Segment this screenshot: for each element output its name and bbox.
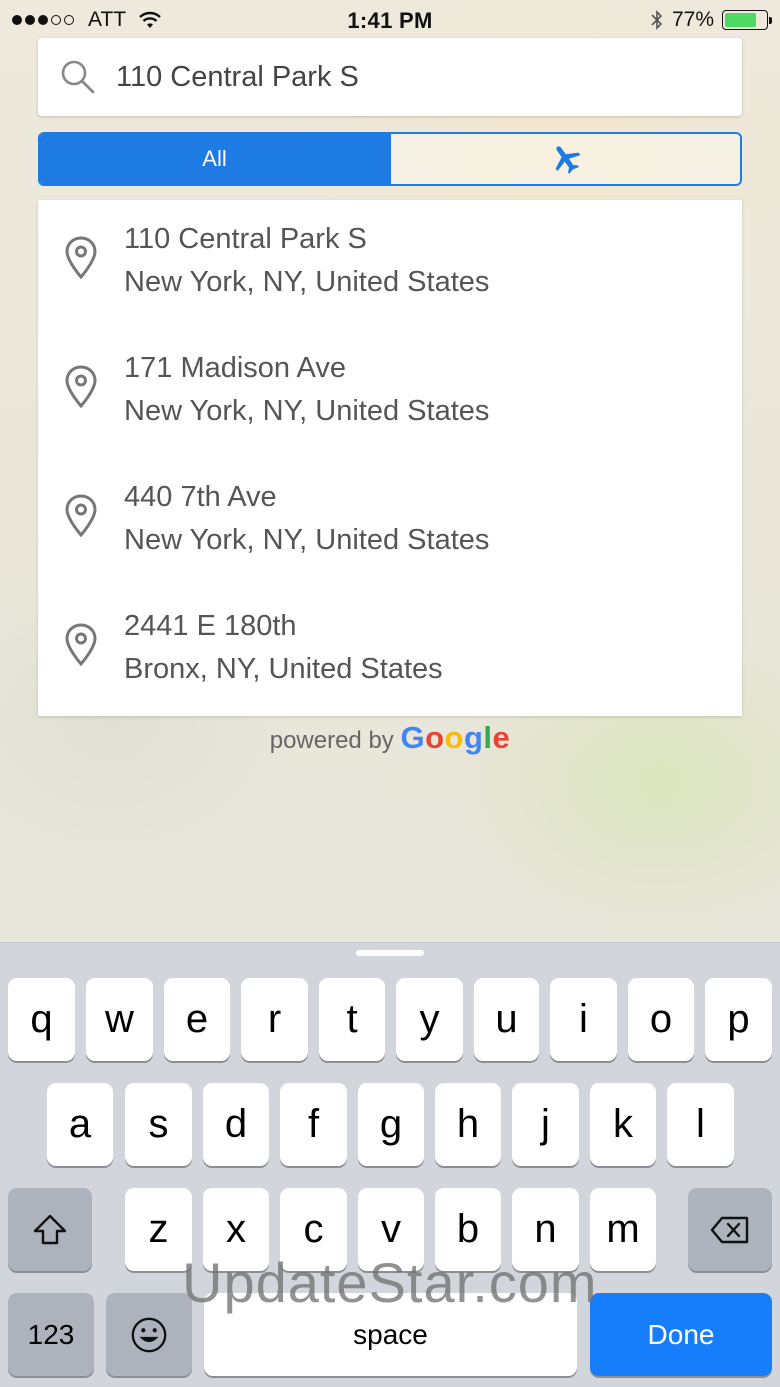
google-logo-letter: e — [492, 720, 511, 755]
result-title: 110 Central Park S — [124, 223, 367, 255]
key-a[interactable]: a — [47, 1083, 113, 1166]
key-v[interactable]: v — [358, 1188, 424, 1271]
google-logo: Google — [400, 720, 510, 755]
google-logo-letter: G — [400, 720, 426, 755]
search-icon — [61, 60, 95, 94]
result-item[interactable]: 2441 E 180th Bronx, NY, United States — [38, 587, 742, 716]
result-item[interactable]: 171 Madison Ave New York, NY, United Sta… — [38, 329, 742, 458]
space-key[interactable]: space — [204, 1293, 577, 1376]
bluetooth-icon — [651, 10, 663, 30]
result-title: 2441 E 180th — [124, 610, 297, 642]
google-logo-letter: o — [425, 720, 445, 755]
result-item[interactable]: 110 Central Park S New York, NY, United … — [38, 200, 742, 329]
result-title: 440 7th Ave — [124, 481, 277, 513]
battery-fill — [725, 13, 756, 27]
numbers-key[interactable]: 123 — [8, 1293, 94, 1376]
keyboard: q w e r t y u i o p a s d f g h j k l z … — [0, 942, 780, 1387]
tab-airports[interactable] — [389, 134, 740, 184]
key-s[interactable]: s — [125, 1083, 192, 1166]
result-text: 171 Madison Ave New York, NY, United Sta… — [124, 347, 489, 433]
status-right: 77% — [650, 8, 772, 32]
key-t[interactable]: t — [319, 978, 385, 1061]
key-h[interactable]: h — [435, 1083, 501, 1166]
shift-icon — [33, 1214, 67, 1244]
key-c[interactable]: c — [280, 1188, 347, 1271]
map-pin-icon — [65, 365, 97, 409]
key-k[interactable]: k — [590, 1083, 656, 1166]
powered-by-label: powered by — [269, 727, 401, 754]
results-list: 110 Central Park S New York, NY, United … — [38, 200, 742, 716]
google-logo-letter: g — [463, 720, 484, 755]
emoji-icon — [131, 1317, 167, 1352]
battery-icon — [722, 10, 772, 30]
emoji-key[interactable] — [106, 1293, 192, 1376]
key-x[interactable]: x — [203, 1188, 269, 1271]
powered-by-google: powered by Google — [0, 720, 780, 756]
tab-all-label: All — [202, 146, 227, 171]
map-pin-icon — [65, 236, 97, 280]
map-pin-icon — [65, 494, 97, 538]
result-subtitle: New York, NY, United States — [124, 395, 490, 427]
tab-all[interactable]: All — [40, 134, 389, 184]
result-item[interactable]: 440 7th Ave New York, NY, United States — [38, 458, 742, 587]
status-bar: ATT 1:41 PM 77% — [0, 0, 780, 40]
result-title: 171 Madison Ave — [124, 352, 346, 384]
key-z[interactable]: z — [125, 1188, 192, 1271]
result-text: 110 Central Park S New York, NY, United … — [124, 218, 489, 304]
shift-key[interactable] — [8, 1188, 92, 1271]
key-n[interactable]: n — [512, 1188, 579, 1271]
key-d[interactable]: d — [203, 1083, 269, 1166]
battery-percent: 77% — [671, 8, 714, 31]
key-g[interactable]: g — [358, 1083, 424, 1166]
search-bar[interactable] — [38, 38, 742, 116]
keyboard-handle[interactable] — [356, 950, 424, 956]
backspace-icon — [710, 1216, 749, 1243]
delete-key[interactable] — [688, 1188, 772, 1271]
key-o[interactable]: o — [628, 978, 694, 1061]
key-p[interactable]: p — [705, 978, 772, 1061]
done-key[interactable]: Done — [590, 1293, 772, 1376]
key-y[interactable]: y — [396, 978, 463, 1061]
key-l[interactable]: l — [667, 1083, 734, 1166]
google-logo-letter: o — [444, 720, 464, 755]
key-q[interactable]: q — [8, 978, 75, 1061]
search-input[interactable] — [116, 60, 696, 94]
result-subtitle: New York, NY, United States — [124, 266, 490, 298]
map-pin-icon — [65, 623, 97, 667]
key-b[interactable]: b — [435, 1188, 501, 1271]
result-subtitle: New York, NY, United States — [124, 524, 490, 556]
airplane-icon — [555, 146, 580, 174]
key-m[interactable]: m — [590, 1188, 656, 1271]
key-w[interactable]: w — [86, 978, 153, 1061]
key-f[interactable]: f — [280, 1083, 347, 1166]
result-subtitle: Bronx, NY, United States — [124, 653, 443, 685]
key-j[interactable]: j — [512, 1083, 579, 1166]
key-r[interactable]: r — [241, 978, 308, 1061]
result-text: 440 7th Ave New York, NY, United States — [124, 476, 489, 562]
key-u[interactable]: u — [474, 978, 539, 1061]
key-i[interactable]: i — [550, 978, 617, 1061]
key-e[interactable]: e — [164, 978, 230, 1061]
result-text: 2441 E 180th Bronx, NY, United States — [124, 605, 443, 691]
google-logo-letter: l — [483, 720, 493, 755]
filter-segmented-control: All — [38, 132, 742, 186]
